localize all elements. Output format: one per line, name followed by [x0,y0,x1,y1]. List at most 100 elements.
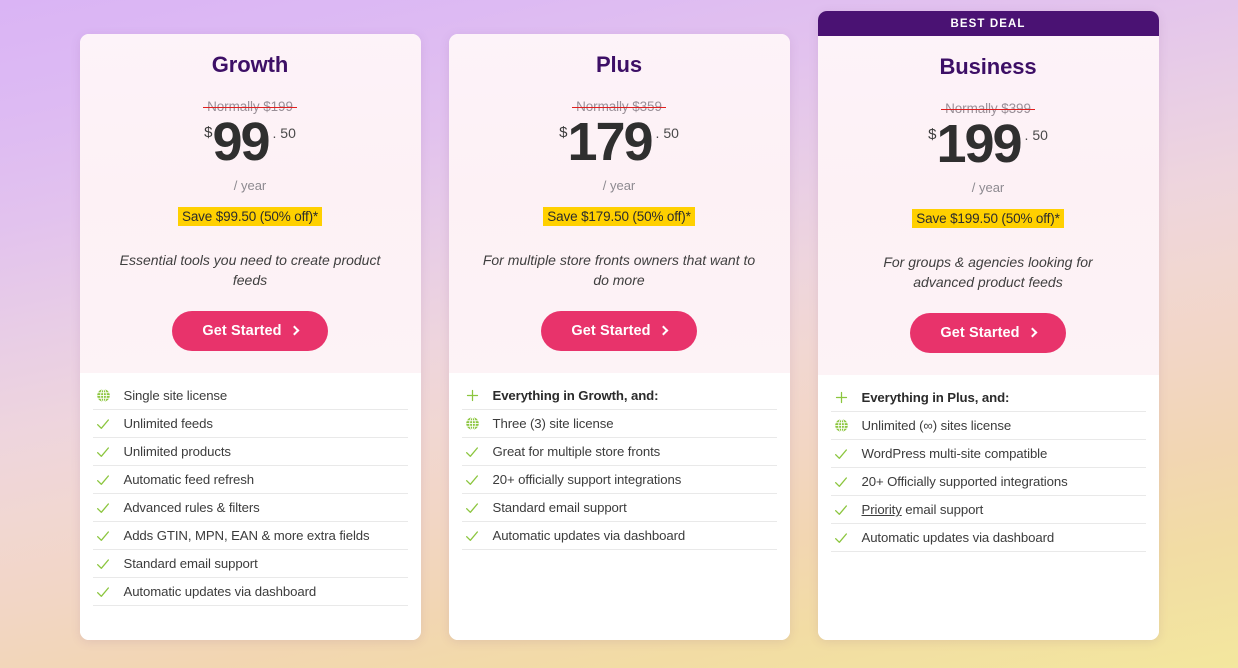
check-icon [95,583,112,600]
feature-list: Single site license Unlimited feeds Unlimi… [79,373,421,640]
price-line: $179. 50 [465,112,774,173]
globe-icon-svg [96,388,110,403]
pricing-card-growth: Growth Normally $199 $99. 50/ year Save $99… [79,34,421,640]
feature-item: 20+ Officially supported integrations [830,468,1146,497]
feature-label: Single site license [123,388,228,404]
price-amount: 99 [212,112,270,172]
plan-tagline: Essential tools you need to create produ… [119,252,381,289]
check-icon [95,555,112,572]
feature-item: Standard email support [461,494,777,523]
chevron-right-icon [1027,327,1038,338]
check-icon-svg [835,448,847,459]
currency-symbol: $ [204,124,213,141]
price-cents: . 50 [655,125,679,141]
card-price-section: Plus Normally $359 $179. 50/ year Save $179… [448,34,790,374]
feature-item: Advanced rules & filters [92,494,408,523]
globe-icon-svg [465,416,479,431]
check-icon-svg [97,418,109,429]
check-icon [464,443,481,460]
feature-item: Standard email support [92,550,408,579]
feature-item: Priority email support [830,496,1146,525]
plus-icon [464,387,481,404]
feature-item: Unlimited feeds [92,410,408,439]
feature-label: Standard email support [492,500,627,516]
check-icon [833,529,850,546]
plan-tagline: For groups & agencies looking for advanc… [883,254,1093,291]
check-icon [95,499,112,516]
pricing-card-business: BEST DEAL Business Normally $399 $199. 50/ … [817,11,1159,640]
check-icon [833,473,850,490]
check-icon-svg [466,502,478,513]
get-started-button[interactable]: Get Started [541,311,697,352]
feature-label: Unlimited feeds [123,416,213,432]
check-icon-svg [466,474,478,485]
check-icon-svg [97,446,109,457]
feature-label: Automatic updates via dashboard [861,530,1055,546]
feature-item: Automatic updates via dashboard [830,524,1146,553]
billing-period: / year [602,178,636,193]
globe-icon [95,387,112,404]
get-started-label: Get Started [940,325,1020,342]
chevron-right-icon [658,325,669,336]
feature-label: Standard email support [123,556,258,572]
feature-label: Automatic feed refresh [123,472,255,488]
card-price-section: Growth Normally $199 $99. 50/ year Save $99… [79,34,421,374]
feature-label: Adds GTIN, MPN, EAN & more extra fields [123,528,370,544]
pricing-card-plus: Plus Normally $359 $179. 50/ year Save $179… [448,34,790,640]
feature-label: Automatic updates via dashboard [123,584,317,600]
check-icon-svg [97,558,109,569]
feature-item: Everything in Growth, and: [461,382,777,411]
savings-badge: Save $199.50 (50% off)* [912,209,1064,228]
check-icon [833,501,850,518]
currency-symbol: $ [559,124,568,141]
price-cents: . 50 [272,125,296,141]
feature-item: 20+ officially support integrations [461,466,777,495]
feature-label: Everything in Growth, and: [492,388,659,404]
check-icon-svg [466,530,478,541]
feature-list: Everything in Plus, and: Unlimited (∞) si… [817,375,1159,640]
feature-item: Unlimited (∞) sites license [830,412,1146,441]
price-amount: 199 [936,114,1022,174]
billing-period: / year [233,178,267,193]
check-icon-svg [835,504,847,515]
feature-label: Advanced rules & filters [123,500,260,516]
feature-item: Automatic feed refresh [92,466,408,495]
feature-label: Three (3) site license [492,416,614,432]
check-icon-svg [97,530,109,541]
billing-period: / year [971,180,1005,195]
plan-name: Business [939,54,1037,79]
feature-label: 20+ Officially supported integrations [861,474,1068,490]
check-icon-svg [835,532,847,543]
feature-label: Great for multiple store fronts [492,444,661,460]
get-started-label: Get Started [202,323,282,340]
feature-item: Unlimited products [92,438,408,467]
feature-item: Automatic updates via dashboard [461,522,777,551]
check-icon-svg [835,476,847,487]
price-amount: 179 [567,112,653,172]
plus-icon-svg [466,389,478,402]
check-icon [464,527,481,544]
globe-icon [464,415,481,432]
get-started-button[interactable]: Get Started [172,311,328,352]
check-icon [464,499,481,516]
feature-label: Everything in Plus, and: [861,390,1010,406]
feature-item: WordPress multi-site compatible [830,440,1146,469]
card-price-section: Business Normally $399 $199. 50/ year Save … [817,36,1159,376]
get-started-label: Get Started [571,323,651,340]
check-icon-svg [97,474,109,485]
feature-label: Unlimited products [123,444,232,460]
check-icon-svg [466,446,478,457]
feature-item: Three (3) site license [461,410,777,439]
feature-label: Automatic updates via dashboard [492,528,686,544]
plan-name: Growth [211,52,289,77]
best-deal-badge: BEST DEAL [817,11,1159,36]
plus-icon-svg [835,391,847,404]
globe-icon [833,417,850,434]
feature-label: WordPress multi-site compatible [861,446,1048,462]
chevron-right-icon [289,325,300,336]
price-cents: . 50 [1024,127,1048,143]
check-icon [95,415,112,432]
get-started-button[interactable]: Get Started [910,313,1066,354]
check-icon [95,471,112,488]
feature-item: Adds GTIN, MPN, EAN & more extra fields [92,522,408,551]
